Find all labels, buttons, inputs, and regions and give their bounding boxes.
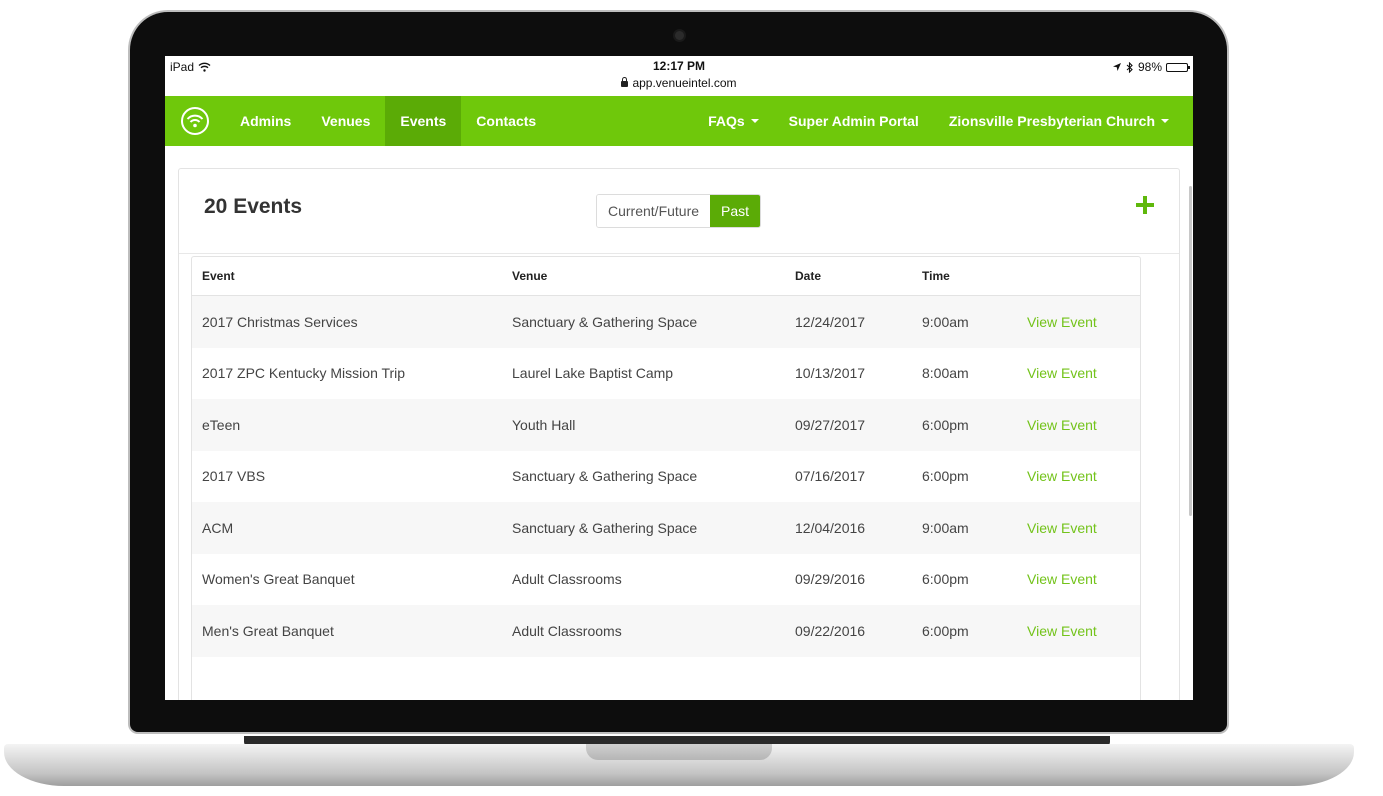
location-arrow-icon <box>1112 63 1121 71</box>
header-date: Date <box>785 257 912 296</box>
cell-event: eTeen <box>192 399 502 451</box>
ios-status-bar: iPad 12:17 PM app.venueintel.com 98% <box>165 56 1193 96</box>
battery-icon <box>1166 62 1190 72</box>
status-right: 98% <box>1112 60 1190 74</box>
device-screen: iPad 12:17 PM app.venueintel.com 98% Adm… <box>165 56 1193 700</box>
page-title: 20 Events <box>204 195 303 218</box>
cell-event: 2017 VBS <box>202 468 266 485</box>
cell-date: 12/04/2016 <box>785 502 912 554</box>
cell-date: 09/29/2016 <box>795 571 866 588</box>
bluetooth-icon <box>1126 61 1133 73</box>
cell-event: 2017 ZPC Kentucky Mission Trip <box>202 365 406 382</box>
events-table: Event Venue Date Time 2017 Christmas Ser… <box>192 257 1140 700</box>
nav-faqs-dropdown[interactable]: FAQs <box>693 96 774 146</box>
events-table-container: Event Venue Date Time 2017 Christmas Ser… <box>191 256 1141 700</box>
url-text: app.venueintel.com <box>632 76 737 90</box>
cell-event: 2017 Christmas Services <box>192 295 502 348</box>
table-row: Women's Great Banquet Adult Classrooms 0… <box>192 554 1140 606</box>
cell-time: 6:00pm <box>912 399 1017 451</box>
nav-venues[interactable]: Venues <box>306 96 385 146</box>
nav-organization-label: Zionsville Presbyterian Church <box>948 113 1155 129</box>
battery-percent: 98% <box>1137 60 1162 74</box>
cell-event: Women's Great Banquet <box>202 571 355 588</box>
nav-events[interactable]: Events <box>385 96 462 146</box>
view-event-link[interactable]: View Event <box>1027 365 1097 381</box>
cell-venue: Laurel Lake Baptist Camp <box>512 365 674 382</box>
table-row: 2017 VBS Sanctuary & Gathering Space 07/… <box>192 451 1140 503</box>
view-event-link[interactable]: View Event <box>1027 468 1097 484</box>
cell-time: 9:00am <box>912 295 1017 348</box>
nav-faqs-label: FAQs <box>708 113 745 129</box>
cell-venue: Youth Hall <box>502 399 785 451</box>
cell-venue: Sanctuary & Gathering Space <box>502 295 785 348</box>
view-event-link[interactable]: View Event <box>1027 520 1097 536</box>
cell-event: Men's Great Banquet <box>192 605 502 657</box>
caret-down-icon <box>1161 119 1169 123</box>
cell-time: 8:00am <box>922 365 969 382</box>
view-event-link[interactable]: View Event <box>1027 417 1097 433</box>
nav-super-admin-portal[interactable]: Super Admin Portal <box>774 96 934 146</box>
cell-time: 6:00pm <box>922 571 969 588</box>
cell-date: 07/16/2017 <box>795 468 866 485</box>
header-action <box>1017 257 1140 296</box>
events-panel: 20 Events Current/Future Past Event Venu… <box>178 168 1180 700</box>
cell-venue: Sanctuary & Gathering Space <box>502 502 785 554</box>
cell-time: 9:00am <box>912 502 1017 554</box>
table-row: Men's Great Banquet Adult Classrooms 09/… <box>192 605 1140 657</box>
status-time: 12:17 PM <box>652 59 706 73</box>
event-time-toggle: Current/Future Past <box>596 194 762 228</box>
view-event-link[interactable]: View Event <box>1027 314 1097 330</box>
view-event-link[interactable]: View Event <box>1027 571 1097 587</box>
cell-date: 09/27/2017 <box>785 399 912 451</box>
status-center: 12:17 PM app.venueintel.com <box>165 59 1193 90</box>
header-venue: Venue <box>502 257 785 296</box>
nav-contacts[interactable]: Contacts <box>461 96 551 146</box>
cell-time: 6:00pm <box>922 468 969 485</box>
cell-date: 10/13/2017 <box>795 365 866 382</box>
header-event: Event <box>192 257 502 296</box>
nav-organization-dropdown[interactable]: Zionsville Presbyterian Church <box>934 96 1193 146</box>
caret-down-icon <box>750 119 759 123</box>
toggle-current-future-button[interactable]: Current/Future <box>597 195 711 227</box>
nav-admins[interactable]: Admins <box>225 96 306 146</box>
address-bar[interactable]: app.venueintel.com <box>165 76 1193 90</box>
top-navbar: Admins Venues Events Contacts FAQs Super… <box>165 96 1193 146</box>
header-time: Time <box>912 257 1017 296</box>
table-row: 2017 ZPC Kentucky Mission Trip Laurel La… <box>192 348 1140 400</box>
laptop-notch <box>586 744 772 760</box>
cell-date: 12/24/2017 <box>785 295 912 348</box>
cell-event: ACM <box>192 502 502 554</box>
page-scrollbar[interactable] <box>1189 186 1192 516</box>
cell-time: 6:00pm <box>912 605 1017 657</box>
venueintel-logo-icon[interactable] <box>165 96 225 146</box>
empty-cell <box>192 657 1140 701</box>
table-row: eTeen Youth Hall 09/27/2017 6:00pm View … <box>192 399 1140 451</box>
table-header-row: Event Venue Date Time <box>192 257 1140 296</box>
cell-venue: Sanctuary & Gathering Space <box>512 468 698 485</box>
view-event-link[interactable]: View Event <box>1027 623 1097 639</box>
table-row <box>192 657 1140 701</box>
toggle-past-button[interactable]: Past <box>710 195 761 227</box>
main-content: 20 Events Current/Future Past Event Venu… <box>165 146 1193 700</box>
table-row: ACM Sanctuary & Gathering Space 12/04/20… <box>192 502 1140 554</box>
camera-icon <box>675 31 684 40</box>
cell-date: 09/22/2016 <box>785 605 912 657</box>
cell-venue: Adult Classrooms <box>502 605 785 657</box>
panel-header: 20 Events Current/Future Past <box>179 169 1179 254</box>
table-row: 2017 Christmas Services Sanctuary & Gath… <box>192 295 1140 348</box>
cell-venue: Adult Classrooms <box>512 571 622 588</box>
lock-icon <box>621 77 629 87</box>
add-event-plus-icon[interactable] <box>1135 195 1155 215</box>
